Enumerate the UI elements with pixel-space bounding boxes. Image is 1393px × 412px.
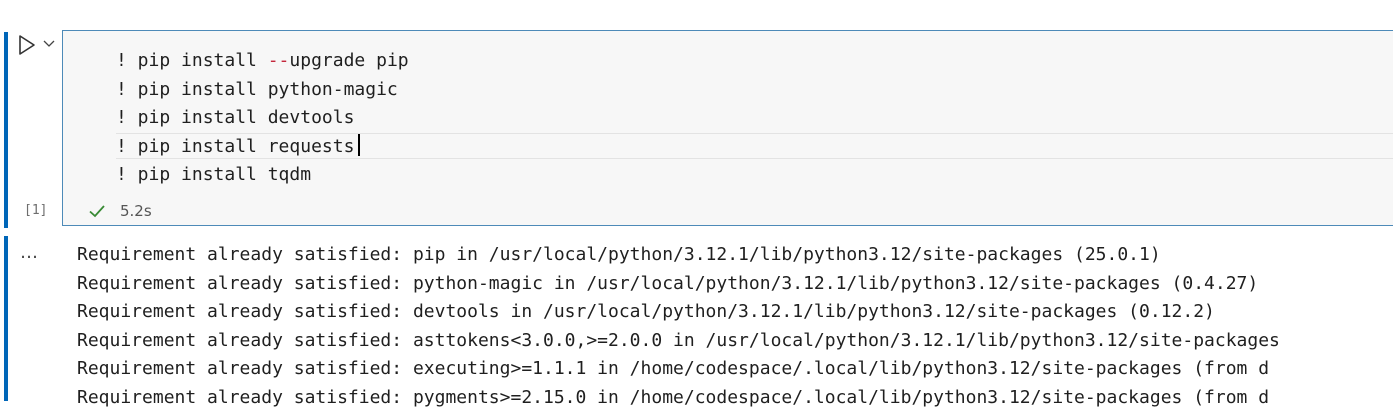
chevron-down-icon bbox=[43, 40, 55, 47]
code-text: ! pip install python-magic bbox=[116, 79, 398, 100]
execution-count: [1] bbox=[24, 203, 48, 218]
text-cursor bbox=[358, 134, 361, 156]
code-text: upgrade pip bbox=[289, 50, 409, 71]
output-line: Requirement already satisfied: executing… bbox=[77, 358, 1270, 379]
check-icon bbox=[89, 205, 105, 218]
output-line: Requirement already satisfied: python-ma… bbox=[77, 273, 1259, 294]
code-line[interactable]: ! pip install python-magic bbox=[116, 77, 398, 103]
cell-focus-bar bbox=[4, 32, 8, 228]
code-line[interactable]: ! pip install devtools bbox=[116, 105, 354, 131]
code-text: ! pip install requests bbox=[116, 136, 355, 157]
code-text: ! pip install devtools bbox=[116, 107, 355, 128]
code-operator: -- bbox=[267, 50, 290, 71]
output-line: Requirement already satisfied: devtools … bbox=[77, 301, 1215, 322]
output-line: Requirement already satisfied: pygments>… bbox=[77, 387, 1270, 408]
code-line[interactable]: ! pip install requests bbox=[116, 134, 361, 160]
code-text: ! pip install tqdm bbox=[116, 164, 312, 185]
code-line[interactable]: ! pip install --upgrade pip bbox=[116, 48, 409, 74]
output-line: Requirement already satisfied: asttokens… bbox=[77, 330, 1280, 351]
output-more-actions-button[interactable]: … bbox=[20, 242, 39, 263]
play-icon bbox=[19, 35, 35, 55]
output-focus-bar bbox=[4, 236, 8, 401]
execution-status: 5.2s bbox=[88, 200, 152, 222]
code-line[interactable]: ! pip install tqdm bbox=[116, 162, 311, 188]
execution-duration: 5.2s bbox=[120, 202, 152, 220]
run-cell-button[interactable] bbox=[16, 34, 40, 56]
output-line: Requirement already satisfied: pip in /u… bbox=[77, 244, 1161, 265]
run-options-button[interactable] bbox=[42, 36, 56, 50]
code-text: ! pip install bbox=[116, 50, 268, 71]
